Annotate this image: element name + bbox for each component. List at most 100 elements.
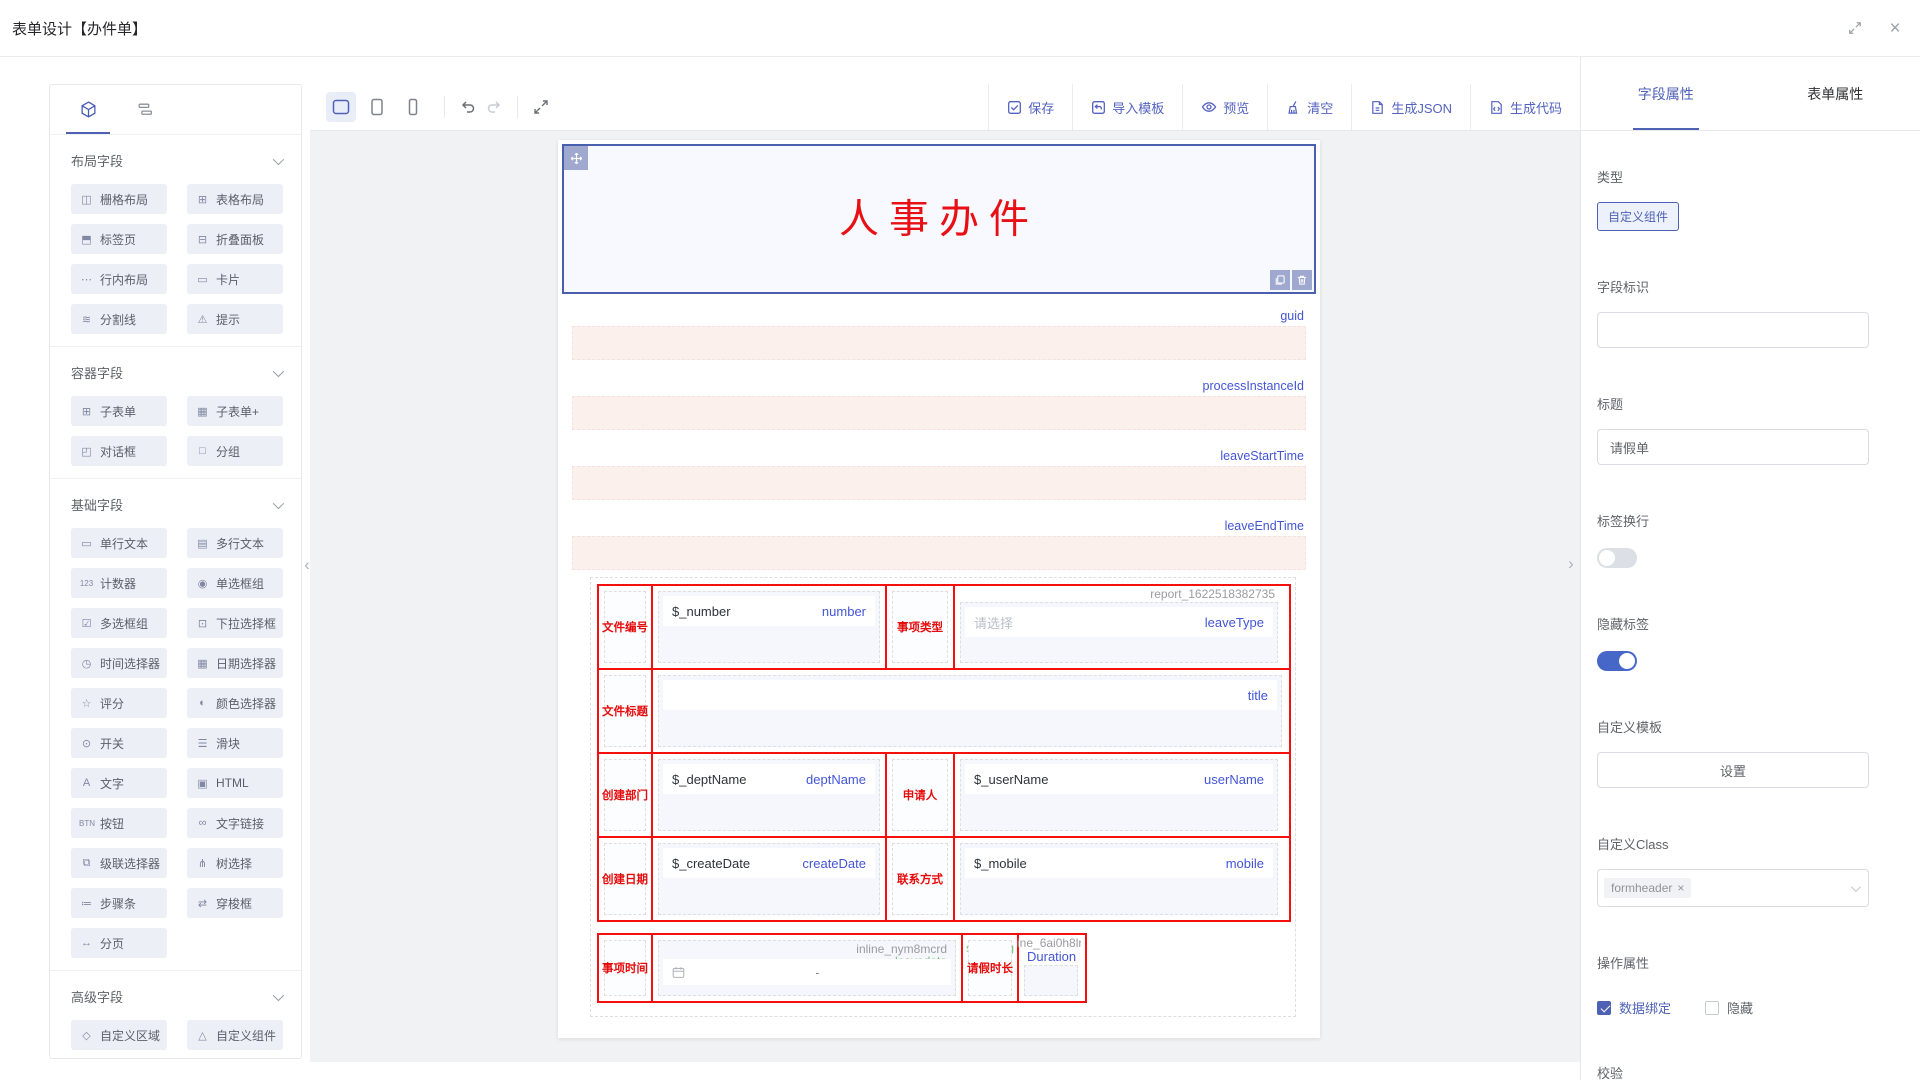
palette-item[interactable]: ◫栅格布局 bbox=[71, 184, 167, 214]
copy-component-icon[interactable] bbox=[1270, 270, 1290, 290]
hidden-field-component[interactable]: leaveEndTime bbox=[572, 508, 1306, 570]
form-table-region[interactable]: 文件编号 $_number number 事项类型 report bbox=[590, 577, 1296, 1017]
palette-item[interactable]: ▦子表单+ bbox=[187, 396, 283, 426]
device-mobile-icon[interactable] bbox=[398, 92, 428, 122]
hidden-field-component[interactable]: leaveStartTime bbox=[572, 438, 1306, 500]
close-window-icon[interactable]: × bbox=[1886, 19, 1904, 37]
toolbar-action-broom-icon[interactable]: 清空 bbox=[1267, 84, 1351, 130]
palette-item[interactable]: ▤多行文本 bbox=[187, 528, 283, 558]
palette-item[interactable]: ↔分页 bbox=[71, 928, 167, 958]
field-key-input[interactable] bbox=[1597, 312, 1869, 348]
palette-item[interactable]: ☆评分 bbox=[71, 688, 167, 718]
palette-item[interactable]: ▣HTML bbox=[187, 768, 283, 798]
palette-item[interactable]: ⊞子表单 bbox=[71, 396, 167, 426]
hidden-field-input[interactable] bbox=[572, 466, 1306, 500]
palette-item[interactable]: ⬒标签页 bbox=[71, 224, 167, 254]
palette-item[interactable]: ⊙开关 bbox=[71, 728, 167, 758]
palette-item[interactable]: ▭卡片 bbox=[187, 264, 283, 294]
palette-item[interactable]: ⊞表格布局 bbox=[187, 184, 283, 214]
toolbar-action-save-icon[interactable]: 保存 bbox=[988, 84, 1072, 130]
field-label-cell[interactable]: 事项时间 bbox=[599, 935, 651, 1001]
duration-cell[interactable]: ine_6ai0h8lr Duration bbox=[1017, 935, 1083, 1001]
toolbar-action-code-doc-icon[interactable]: 生成代码 bbox=[1470, 84, 1580, 130]
field-label-cell[interactable]: 文件标题 bbox=[599, 670, 651, 752]
field-label-cell[interactable]: 申请人 bbox=[885, 754, 953, 836]
form-header-component-selected[interactable]: 人事办件 bbox=[562, 144, 1316, 294]
tab-form-properties[interactable]: 表单属性 bbox=[1751, 57, 1920, 130]
field-input-cell[interactable]: $_number number bbox=[651, 586, 885, 668]
design-canvas[interactable]: 人事办件 guid processInstanceId leaveStartTime… bbox=[310, 131, 1580, 1062]
hidden-field-input[interactable] bbox=[572, 326, 1306, 360]
palette-item[interactable]: ⚠提示 bbox=[187, 304, 283, 334]
move-handle-icon[interactable] bbox=[564, 146, 588, 170]
palette-item[interactable]: ☑多选框组 bbox=[71, 608, 167, 638]
hide-label-toggle[interactable] bbox=[1597, 651, 1637, 671]
palette-item[interactable]: ≔步骤条 bbox=[71, 888, 167, 918]
field-label-cell[interactable]: 创建部门 bbox=[599, 754, 651, 836]
field-input-cell[interactable]: $_createDate createDate bbox=[651, 838, 885, 920]
date-range-cell[interactable]: inline_nym8mcrd leavedate - bbox=[651, 935, 961, 1001]
field-input-cell[interactable]: title bbox=[651, 670, 1287, 752]
palette-item[interactable]: ◇自定义区域 bbox=[71, 1020, 167, 1050]
palette-item[interactable]: ◷时间选择器 bbox=[71, 648, 167, 678]
field-label-cell[interactable]: shichang 请假时长 bbox=[961, 935, 1017, 1001]
palette-item[interactable]: ▦日期选择器 bbox=[187, 648, 283, 678]
hidden-field-component[interactable]: processInstanceId bbox=[572, 368, 1306, 430]
palette-item[interactable]: A文字 bbox=[71, 768, 167, 798]
redo-icon[interactable] bbox=[481, 94, 507, 120]
hidden-field-input[interactable] bbox=[572, 536, 1306, 570]
collapse-sidebar-chevron-icon[interactable]: ‹ bbox=[300, 545, 314, 585]
palette-item[interactable]: ⋔树选择 bbox=[187, 848, 283, 878]
section-header[interactable]: 布局字段 bbox=[50, 151, 301, 170]
custom-class-select[interactable]: formheader × bbox=[1597, 869, 1869, 907]
data-binding-checkbox[interactable]: 数据绑定 bbox=[1597, 998, 1671, 1017]
tab-outline-layers-icon[interactable] bbox=[122, 85, 166, 134]
palette-item[interactable]: ☰滑块 bbox=[187, 728, 283, 758]
palette-item[interactable]: ⋯行内布局 bbox=[71, 264, 167, 294]
field-select-cell[interactable]: report_1622518382735 请选择 leaveType bbox=[953, 586, 1283, 668]
palette-item[interactable]: ⊡下拉选择框 bbox=[187, 608, 283, 638]
palette-item[interactable]: ∞文字链接 bbox=[187, 808, 283, 838]
palette-item[interactable]: 123计数器 bbox=[71, 568, 167, 598]
hidden-field-component[interactable]: guid bbox=[572, 298, 1306, 360]
section-header[interactable]: 高级字段 bbox=[50, 987, 301, 1006]
tab-field-properties[interactable]: 字段属性 bbox=[1581, 57, 1751, 130]
section-header[interactable]: 容器字段 bbox=[50, 363, 301, 382]
toolbar-action-eye-icon[interactable]: 预览 bbox=[1182, 84, 1267, 130]
palette-item[interactable]: ◐颜色选择器 bbox=[187, 688, 283, 718]
hidden-checkbox[interactable]: 隐藏 bbox=[1705, 998, 1753, 1017]
field-label-cell[interactable]: 事项类型 bbox=[885, 586, 953, 668]
field-input-cell[interactable]: $_userName userName bbox=[953, 754, 1283, 836]
palette-item[interactable]: ⇄穿梭框 bbox=[187, 888, 283, 918]
field-input-cell[interactable]: $_mobile mobile bbox=[953, 838, 1283, 920]
toolbar-action-json-doc-icon[interactable]: 生成JSON bbox=[1351, 84, 1470, 130]
custom-template-settings-button[interactable]: 设置 bbox=[1597, 752, 1869, 788]
palette-item[interactable]: □分组 bbox=[187, 436, 283, 466]
section-header[interactable]: 基础字段 bbox=[50, 495, 301, 514]
device-tablet-icon[interactable] bbox=[362, 92, 392, 122]
remove-tag-icon[interactable]: × bbox=[1677, 881, 1684, 895]
label-wrap-toggle[interactable] bbox=[1597, 548, 1637, 568]
palette-item[interactable]: △自定义组件 bbox=[187, 1020, 283, 1050]
device-desktop-icon[interactable] bbox=[326, 92, 356, 122]
palette-item[interactable]: BTN按钮 bbox=[71, 808, 167, 838]
field-label-cell[interactable]: 联系方式 bbox=[885, 838, 953, 920]
collapse-panel-chevron-icon[interactable]: › bbox=[1564, 544, 1578, 584]
field-input-cell[interactable]: $_deptName deptName bbox=[651, 754, 885, 836]
palette-item[interactable]: ◰对话框 bbox=[71, 436, 167, 466]
hidden-field-input[interactable] bbox=[572, 396, 1306, 430]
field-label-cell[interactable]: 创建日期 bbox=[599, 838, 651, 920]
tab-components-cube-icon[interactable] bbox=[66, 85, 110, 134]
fullscreen-icon[interactable] bbox=[528, 94, 554, 120]
undo-icon[interactable] bbox=[455, 94, 481, 120]
palette-item[interactable]: ≋分割线 bbox=[71, 304, 167, 334]
resize-window-icon[interactable] bbox=[1846, 19, 1864, 37]
field-label-cell[interactable]: 文件编号 bbox=[599, 586, 651, 668]
palette-item[interactable]: ⊟折叠面板 bbox=[187, 224, 283, 254]
toolbar-action-import-icon[interactable]: 导入模板 bbox=[1072, 84, 1182, 130]
palette-item[interactable]: ⧉级联选择器 bbox=[71, 848, 167, 878]
title-input[interactable] bbox=[1597, 429, 1869, 465]
delete-component-icon[interactable] bbox=[1292, 270, 1312, 290]
palette-item[interactable]: ◉单选框组 bbox=[187, 568, 283, 598]
palette-item[interactable]: ▭单行文本 bbox=[71, 528, 167, 558]
